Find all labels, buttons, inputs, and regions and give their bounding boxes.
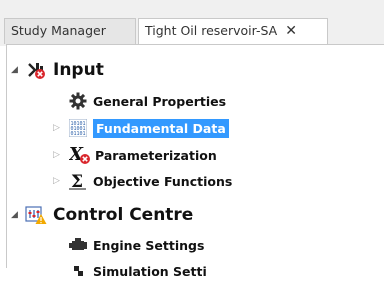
svg-text:Σ: Σ	[71, 172, 83, 190]
gear-icon	[69, 92, 87, 110]
tree-item-label: Simulation Setti	[93, 263, 207, 279]
tab-study-manager[interactable]: Study Manager	[4, 18, 136, 44]
close-icon[interactable]: ✕	[285, 19, 297, 43]
tree-item-label: Control Centre	[53, 205, 194, 225]
tab-bar: Study Manager Tight Oil reservoir-SA ✕	[0, 0, 384, 46]
engine-icon	[69, 236, 87, 254]
tree-item-input[interactable]: Input	[25, 59, 104, 81]
tree-item-label: Parameterization	[95, 147, 217, 163]
expand-arrow-icon[interactable]: ◢	[11, 204, 21, 226]
tree-item-objective-functions[interactable]: Σ Objective Functions	[69, 170, 232, 192]
tree-item-general-properties[interactable]: General Properties	[69, 90, 226, 112]
expand-arrow-icon[interactable]: ▷	[53, 144, 63, 166]
binary-data-icon: 10101 01001 01101	[68, 118, 88, 138]
input-error-icon	[25, 60, 47, 80]
tree-item-engine-settings[interactable]: Engine Settings	[69, 234, 204, 256]
svg-text:01101: 01101	[71, 131, 86, 137]
tree-item-control-centre[interactable]: Control Centre	[25, 204, 193, 226]
tree-item-label: Engine Settings	[93, 237, 205, 253]
tab-tight-oil-reservoir[interactable]: Tight Oil reservoir-SA ✕	[138, 18, 328, 45]
tree-item-fundamental-data[interactable]: 10101 01001 01101 Fundamental Data	[68, 117, 229, 139]
tab-label: Study Manager	[11, 23, 106, 38]
tree-item-simulation-settings[interactable]: Simulation Setti	[69, 260, 207, 282]
tab-label: Tight Oil reservoir-SA	[145, 23, 278, 38]
expand-arrow-icon[interactable]: ▷	[53, 170, 63, 192]
tree-item-label: Fundamental Data	[93, 118, 229, 138]
tree-item-label: Input	[53, 60, 104, 80]
tree-item-parameterization[interactable]: X Parameterization	[68, 144, 217, 166]
x-parameter-error-icon: X	[68, 144, 91, 165]
tree-panel: ◢ Input General Properties ▷ 10101 01001…	[6, 44, 384, 279]
tree-item-label: General Properties	[93, 93, 227, 109]
tree-item-label: Objective Functions	[93, 173, 233, 189]
expand-arrow-icon[interactable]: ◢	[11, 59, 21, 81]
control-warning-icon	[25, 205, 47, 225]
expand-arrow-icon[interactable]: ▷	[53, 117, 63, 139]
simulation-icon	[69, 262, 87, 280]
sigma-icon: Σ	[69, 172, 87, 192]
